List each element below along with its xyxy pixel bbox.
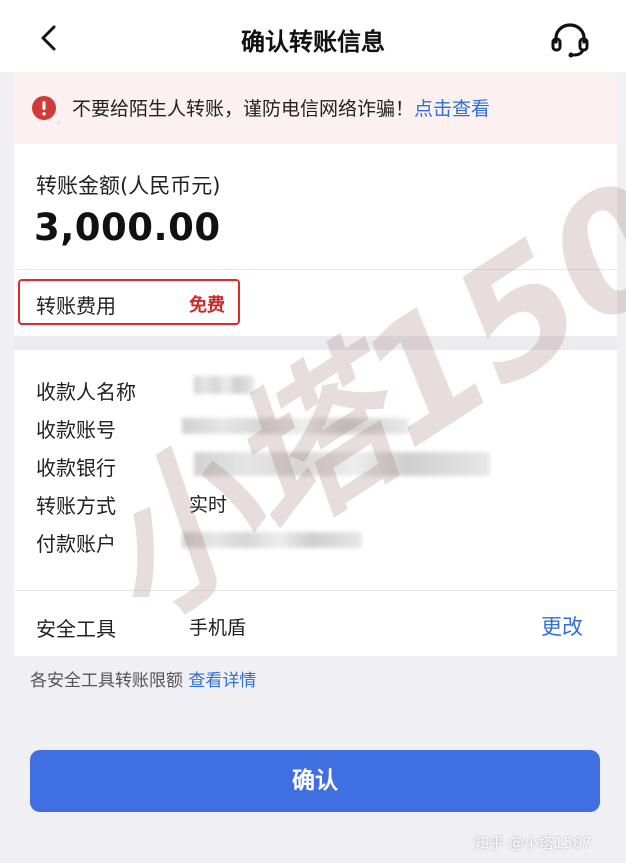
alert-circle-icon: [32, 96, 56, 120]
section-separator: [14, 336, 617, 350]
notice-message: 不要给陌生人转账，谨防电信网络诈骗！: [72, 98, 415, 120]
limit-text: 各安全工具转账限额: [30, 671, 183, 691]
transfer-method-label: 转账方式: [36, 494, 116, 518]
fee-value: 免费: [189, 295, 225, 316]
divider: [14, 590, 617, 591]
security-tool-value: 手机盾: [189, 617, 247, 639]
payer-account-label: 付款账户: [36, 532, 116, 556]
fraud-notice-banner: 不要给陌生人转账，谨防电信网络诈骗！点击查看: [14, 72, 617, 144]
payer-account-redacted: [182, 532, 362, 548]
top-bar: 确认转账信息: [0, 0, 626, 72]
page-title: 确认转账信息: [241, 28, 385, 56]
customer-service-button[interactable]: [550, 22, 590, 58]
payee-name-label: 收款人名称: [36, 380, 136, 404]
amount-label: 转账金额(人民币元): [36, 174, 221, 198]
footer-watermark: 知乎 @小塔1507: [474, 834, 592, 852]
payee-name-redacted: [194, 376, 254, 394]
change-security-tool-link[interactable]: 更改: [541, 611, 583, 641]
fraud-notice-text: 不要给陌生人转账，谨防电信网络诈骗！点击查看: [72, 94, 490, 121]
limit-info: 各安全工具转账限额 查看详情: [30, 666, 256, 691]
amount-value: 3,000.00: [34, 206, 221, 249]
divider: [14, 269, 617, 270]
payee-account-redacted: [182, 418, 408, 434]
transfer-method-value: 实时: [189, 494, 228, 516]
transfer-card: 不要给陌生人转账，谨防电信网络诈骗！点击查看 转账金额(人民币元) 3,000.…: [14, 72, 617, 656]
headset-icon: [551, 23, 589, 58]
payee-bank-label: 收款银行: [36, 456, 116, 480]
payee-account-label: 收款账号: [36, 418, 116, 442]
security-tool-label: 安全工具: [36, 617, 116, 641]
fee-label: 转账费用: [36, 294, 116, 318]
limit-details-link[interactable]: 查看详情: [188, 671, 256, 691]
confirm-button[interactable]: 确认: [30, 750, 600, 812]
notice-view-link[interactable]: 点击查看: [414, 98, 490, 120]
payee-bank-redacted: [194, 452, 490, 476]
